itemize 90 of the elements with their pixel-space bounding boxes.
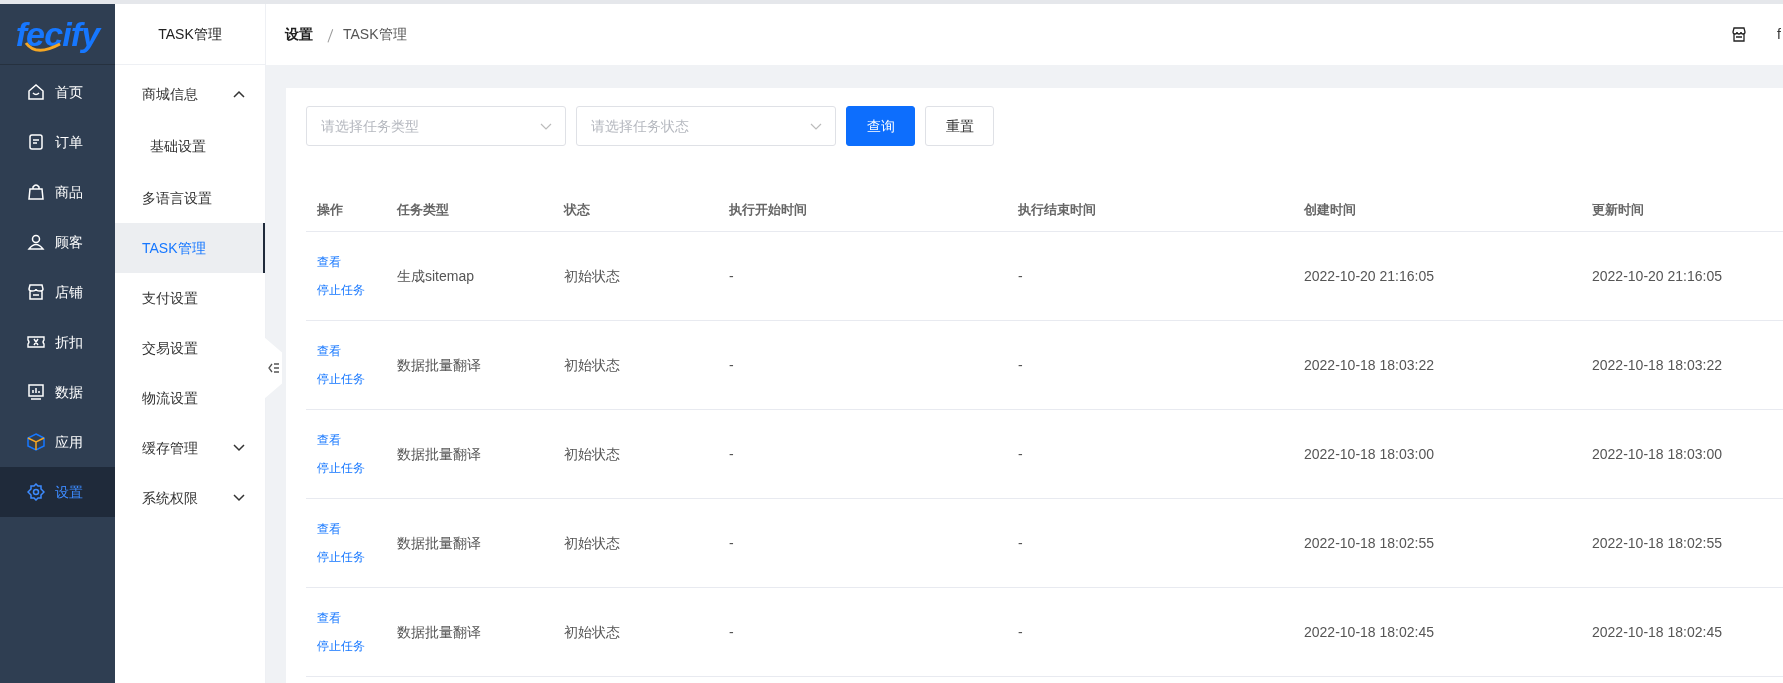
column-header: 状态: [562, 201, 590, 217]
table-cell: -: [1018, 624, 1023, 640]
submenu-item[interactable]: 缓存管理: [115, 423, 265, 473]
table-cell: 2022-10-18 18:02:45: [1592, 624, 1722, 640]
user-icon: [27, 233, 45, 251]
nav-item[interactable]: 设置: [0, 467, 115, 517]
submenu-title: TASK管理: [158, 24, 222, 44]
nav-item[interactable]: 数据: [0, 367, 115, 417]
table-cell: 初始状态: [564, 535, 620, 551]
submenu-item[interactable]: 物流设置: [115, 373, 265, 423]
breadcrumb-item: TASK管理: [343, 25, 407, 44]
nav-item[interactable]: 顾客: [0, 217, 115, 267]
submenu-item[interactable]: 支付设置: [115, 273, 265, 323]
submenu-item[interactable]: 多语言设置: [115, 173, 265, 223]
table-cell: -: [729, 624, 734, 640]
table-cell: -: [1018, 357, 1023, 373]
nav-item[interactable]: 商品: [0, 167, 115, 217]
user-name[interactable]: f: [1777, 24, 1783, 45]
table-cell: 2022-10-18 18:03:22: [1304, 357, 1434, 373]
table-cell: 初始状态: [564, 357, 620, 373]
submenu-item[interactable]: 系统权限: [115, 473, 265, 523]
monitor-chart-icon: [27, 383, 45, 401]
nav-item[interactable]: 应用: [0, 417, 115, 467]
column-header: 任务类型: [395, 201, 449, 217]
column-header: 执行开始时间: [728, 201, 807, 217]
table-cell: 数据批量翻译: [397, 357, 481, 373]
table-cell: 2022-10-18 18:02:55: [1592, 535, 1722, 551]
table-cell: 2022-10-18 18:03:22: [1592, 357, 1722, 373]
column-header: 操作: [316, 201, 343, 217]
action-link[interactable]: 停止任务: [317, 281, 365, 299]
table-cell: 数据批量翻译: [397, 535, 481, 551]
action-link[interactable]: 查看: [317, 609, 341, 627]
collapse-icon: [267, 363, 279, 373]
table-cell: -: [729, 357, 734, 373]
column-header: 更新时间: [1591, 201, 1644, 217]
nav-item[interactable]: 订单: [0, 117, 115, 167]
table-cell: 2022-10-18 18:02:45: [1304, 624, 1434, 640]
submenu-item[interactable]: TASK管理: [115, 223, 265, 273]
search-button[interactable]: 查询: [846, 106, 915, 146]
action-link[interactable]: 停止任务: [317, 548, 365, 566]
table-cell: 2022-10-18 18:02:55: [1304, 535, 1434, 551]
table-cell: 数据批量翻译: [397, 446, 481, 462]
action-link[interactable]: 查看: [317, 431, 341, 449]
action-link[interactable]: 查看: [317, 253, 341, 271]
submenu-item[interactable]: 商城信息: [115, 69, 265, 119]
action-link[interactable]: 查看: [317, 520, 341, 538]
store-icon[interactable]: [1731, 27, 1747, 42]
reset-button[interactable]: 重置: [925, 106, 994, 146]
chevron-up-icon: [233, 90, 245, 98]
action-link[interactable]: 停止任务: [317, 370, 365, 388]
table-cell: 2022-10-18 18:03:00: [1592, 446, 1722, 462]
chevron-down-icon: [540, 123, 552, 130]
table-cell: -: [1018, 446, 1023, 462]
table-cell: 初始状态: [564, 268, 620, 284]
table-cell: 初始状态: [564, 624, 620, 640]
submenu-item[interactable]: 交易设置: [115, 323, 265, 373]
action-link[interactable]: 查看: [317, 342, 341, 360]
table-cell: -: [1018, 535, 1023, 551]
table-cell: 2022-10-20 21:16:05: [1592, 268, 1722, 284]
logo: fecify: [15, 17, 100, 51]
table-cell: -: [729, 535, 734, 551]
settings-icon: [27, 483, 45, 501]
ticket-icon: [27, 333, 45, 351]
chevron-down-icon: [233, 494, 245, 502]
store-icon: [27, 283, 45, 301]
select-field[interactable]: 请选择任务类型: [306, 106, 566, 146]
cube-icon: [27, 433, 45, 451]
table-cell: -: [1018, 268, 1023, 284]
action-link[interactable]: 停止任务: [317, 459, 365, 477]
column-header: 执行结束时间: [1017, 201, 1096, 217]
select-field[interactable]: 请选择任务状态: [576, 106, 836, 146]
nav-item[interactable]: 首页: [0, 67, 115, 117]
table-cell: 初始状态: [564, 446, 620, 462]
chevron-down-icon: [233, 444, 245, 452]
breadcrumb-item[interactable]: 设置: [285, 24, 313, 45]
nav-item[interactable]: 折扣: [0, 317, 115, 367]
table-cell: -: [729, 268, 734, 284]
table-cell: 数据批量翻译: [397, 624, 481, 640]
table-cell: 生成sitemap: [397, 268, 475, 284]
chevron-down-icon: [810, 123, 822, 130]
table-cell: 2022-10-20 21:16:05: [1304, 268, 1434, 284]
bag-icon: [27, 183, 45, 201]
table-cell: -: [729, 446, 734, 462]
nav-item[interactable]: 店铺: [0, 267, 115, 317]
document-icon: [27, 133, 45, 151]
home-icon: [27, 83, 45, 101]
action-link[interactable]: 停止任务: [317, 637, 365, 655]
column-header: 创建时间: [1303, 201, 1356, 217]
table-cell: 2022-10-18 18:03:00: [1304, 446, 1434, 462]
submenu-item[interactable]: 基础设置: [115, 119, 265, 173]
